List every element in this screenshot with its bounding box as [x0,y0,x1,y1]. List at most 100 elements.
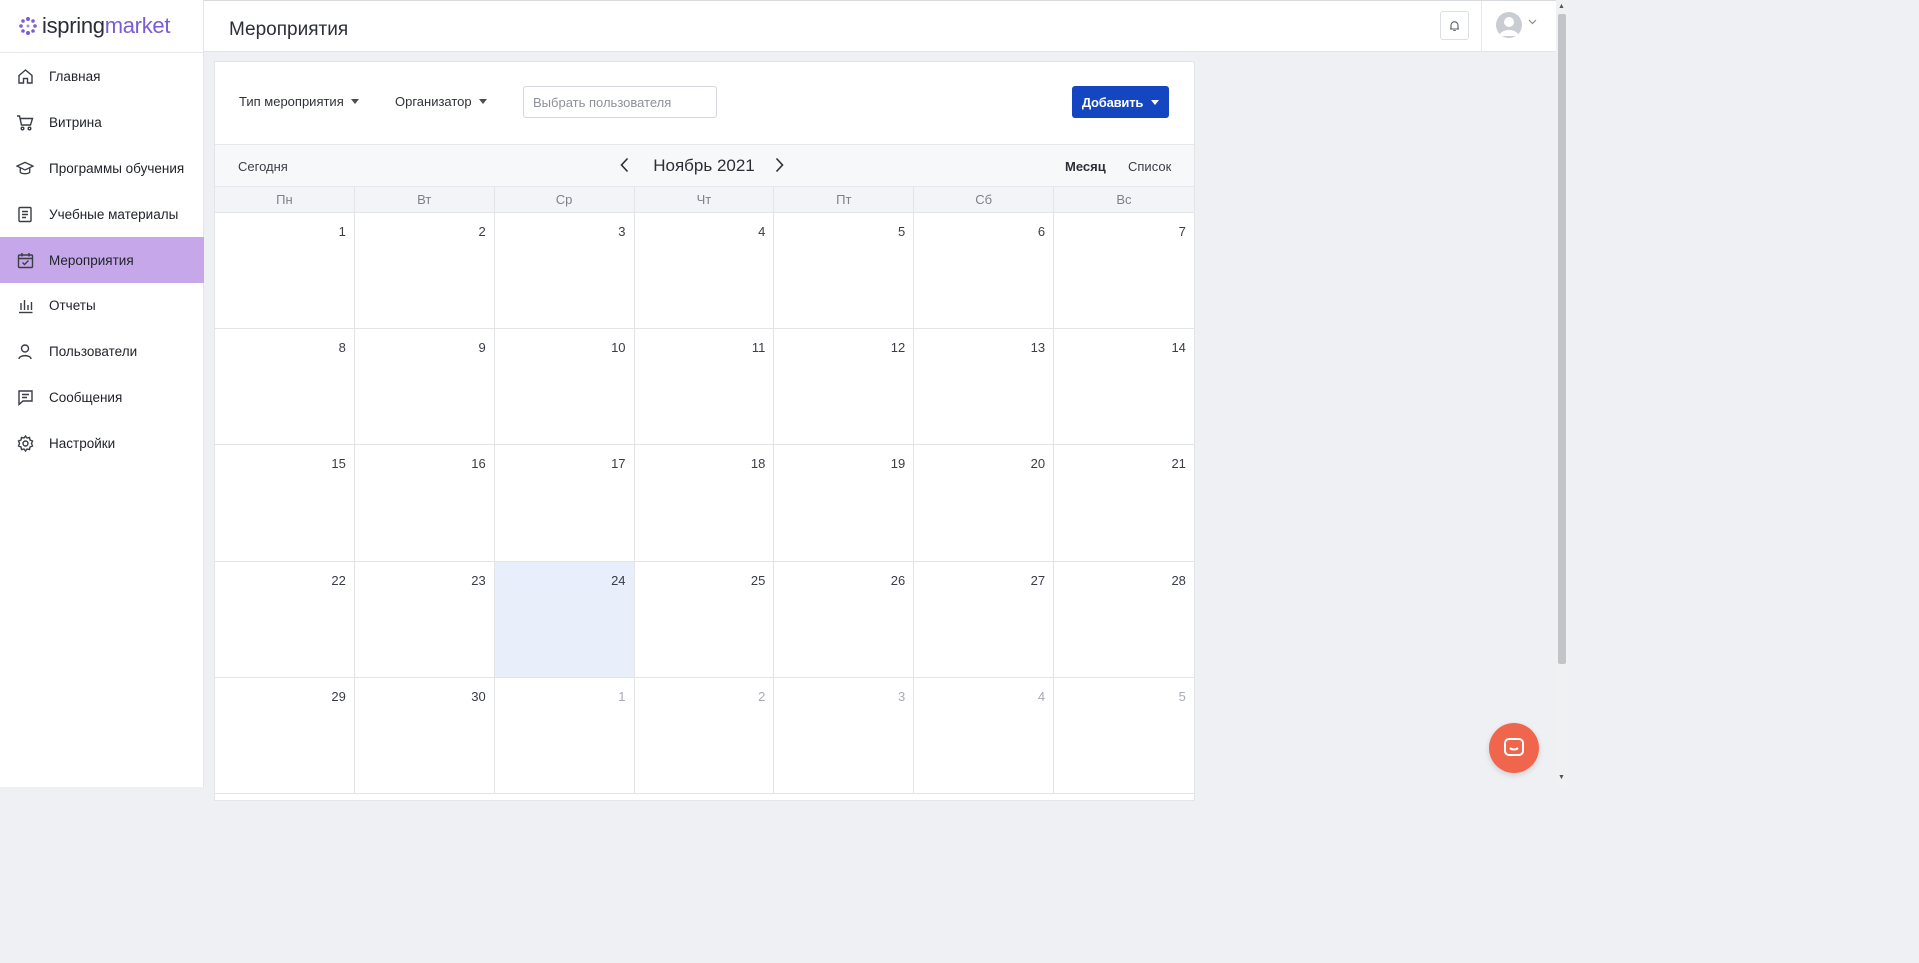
day-number: 6 [1037,224,1046,239]
add-button[interactable]: Добавить [1072,86,1169,118]
sidebar-item-programs[interactable]: Программы обучения [0,146,204,192]
calendar-day[interactable]: 8 [215,329,355,445]
calendar-day[interactable]: 4 [635,213,775,329]
calendar-day[interactable]: 14 [1054,329,1194,444]
day-number: 16 [471,456,486,472]
calendar-day-next-month[interactable]: 1 [495,677,635,793]
avatar[interactable] [1496,12,1522,38]
calendar-day-next-month[interactable]: 3 [774,677,915,793]
bar-chart-icon [16,297,34,315]
calendar-day[interactable]: 20 [914,445,1055,561]
day-number: 27 [1030,572,1046,588]
scroll-up-arrow-icon[interactable]: ▲ [1558,3,1565,10]
calendar-day[interactable]: 11 [635,329,775,445]
day-number: 24 [611,572,626,588]
calendar-week: 15 16 17 18 19 20 21 [215,445,1194,562]
calendar-day[interactable]: 30 [355,677,495,793]
calendar-day[interactable]: 6 [914,213,1055,329]
scroll-thumb[interactable] [1558,14,1566,664]
day-number: 20 [1030,456,1046,472]
calendar-day[interactable]: 29 [215,677,355,793]
calendar-day[interactable]: 21 [1054,445,1194,560]
day-number: 4 [758,224,766,239]
calendar-day[interactable]: 10 [495,329,635,445]
sidebar-item-label: Настройки [49,435,116,451]
sidebar-item-label: Отчеты [49,298,96,314]
weekday-label: Ср [495,187,635,212]
calendar-day[interactable]: 2 [355,213,495,329]
organizer-label: Организатор [395,94,472,109]
cart-icon [16,114,34,132]
calendar-day[interactable]: 28 [1054,562,1194,677]
day-number: 3 [618,224,626,239]
calendar-day[interactable]: 12 [774,329,915,445]
day-number: 7 [1178,224,1186,239]
sidebar-item-users[interactable]: Пользователи [0,329,204,375]
today-button[interactable]: Сегодня [238,159,288,174]
calendar-day[interactable]: 22 [215,561,355,677]
caret-down-icon [478,99,487,104]
chat-icon [1504,738,1524,756]
weekday-label: Пт [774,187,915,212]
day-number: 17 [611,456,626,472]
logo-text-market: market [104,13,171,38]
weekday-label: Вс [1116,192,1132,207]
scroll-down-arrow-icon[interactable]: ▼ [1558,774,1565,781]
sidebar-item-label: Программы обучения [49,160,185,176]
sidebar-item-messages[interactable]: Сообщения [0,375,204,421]
day-number: 5 [897,224,906,239]
calendar-check-icon [16,251,34,269]
user-select-input[interactable] [523,86,717,118]
calendar-day-next-month[interactable]: 5 [1054,678,1194,793]
calendar-day[interactable]: 15 [215,445,355,561]
calendar-day[interactable]: 17 [495,445,635,561]
day-number: 1 [618,688,626,704]
chevron-down-icon[interactable] [1528,19,1537,25]
sidebar-item-showcase[interactable]: Витрина [0,100,204,146]
chevron-right-icon[interactable] [775,157,784,173]
calendar-day[interactable]: 25 [635,561,775,677]
page-scrollbar[interactable]: ▲ ▼ [1556,0,1568,787]
sidebar-item-label: Главная [49,69,101,85]
day-number: 12 [890,340,906,356]
calendar-toolbar: Сегодня Ноябрь 2021 Месяц Список [215,144,1194,187]
message-icon [16,388,34,406]
sidebar-item-materials[interactable]: Учебные материалы [0,191,204,237]
event-type-dropdown[interactable]: Тип мероприятия [239,94,359,109]
calendar-day[interactable]: 5 [774,213,915,329]
calendar-day[interactable]: 9 [355,329,495,445]
day-number: 2 [478,224,486,239]
chat-launcher-button[interactable] [1489,723,1539,773]
notifications-button[interactable] [1440,11,1469,40]
calendar-day-next-month[interactable]: 2 [635,677,775,793]
calendar-day[interactable]: 1 [215,213,355,329]
view-list-tab[interactable]: Список [1128,159,1171,174]
calendar-day[interactable]: 19 [774,445,915,561]
calendar-day[interactable]: 23 [355,561,495,677]
calendar-day[interactable]: 18 [635,445,775,561]
calendar-day[interactable]: 13 [914,329,1055,445]
day-number: 18 [750,456,766,472]
calendar-day[interactable]: 16 [355,445,495,561]
logo-flower-icon [19,17,37,35]
calendar-day[interactable]: 27 [914,561,1055,677]
calendar-day[interactable]: 26 [774,561,915,677]
day-number: 14 [1171,340,1186,356]
logo[interactable]: ispringmarket [18,12,170,40]
sidebar-item-home[interactable]: Главная [0,54,204,100]
calendar-day[interactable]: 3 [495,213,635,329]
sidebar-item-events[interactable]: Мероприятия [0,237,204,283]
day-number: 9 [478,340,486,356]
caret-down-icon [1151,99,1160,105]
day-number: 15 [331,456,346,472]
sidebar-item-reports[interactable]: Отчеты [0,283,204,329]
sidebar-item-label: Витрина [49,115,102,131]
calendar-day[interactable]: 7 [1054,213,1194,328]
add-button-label: Добавить [1081,94,1144,110]
view-month-tab[interactable]: Месяц [1065,159,1106,174]
calendar-day-next-month[interactable]: 4 [914,677,1055,793]
caret-down-icon [350,99,359,104]
calendar-day-today[interactable]: 24 [494,561,635,677]
sidebar-item-settings[interactable]: Настройки [0,420,204,466]
organizer-dropdown[interactable]: Организатор [395,94,487,109]
